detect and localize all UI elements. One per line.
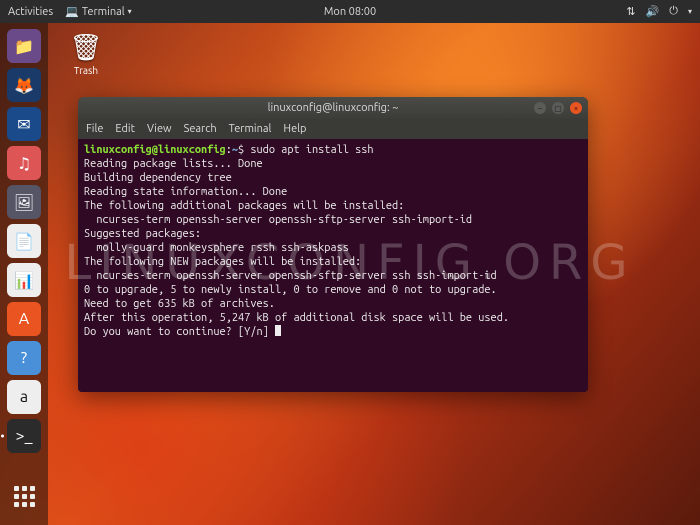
window-titlebar[interactable]: linuxconfig@linuxconfig: ~ – ▢ × xyxy=(78,97,588,119)
prompt-suffix: $ xyxy=(238,144,250,156)
cursor xyxy=(275,325,281,336)
trash-desktop-icon[interactable]: 🗑 Trash xyxy=(58,32,114,76)
help-icon[interactable]: ? xyxy=(7,341,41,375)
menu-search[interactable]: Search xyxy=(184,123,217,135)
writer-icon[interactable]: 📄 xyxy=(7,224,41,258)
app-menu-label: Terminal xyxy=(82,6,125,18)
dock: 📁 🦊 ✉ ♫ 🖼 📄 📊 A ? a >_ xyxy=(0,23,48,525)
prompt-user: linuxconfig@linuxconfig xyxy=(84,144,226,156)
terminal-menubar: File Edit View Search Terminal Help xyxy=(78,119,588,139)
clock[interactable]: Mon 08:00 xyxy=(324,6,376,18)
chevron-down-icon: ▾ xyxy=(128,7,132,16)
shotwell-icon[interactable]: 🖼 xyxy=(7,185,41,219)
terminal-window[interactable]: linuxconfig@linuxconfig: ~ – ▢ × File Ed… xyxy=(78,97,588,392)
maximize-button[interactable]: ▢ xyxy=(552,102,564,114)
window-title: linuxconfig@linuxconfig: ~ xyxy=(268,102,399,114)
activities-button[interactable]: Activities xyxy=(8,6,53,18)
close-button[interactable]: × xyxy=(570,102,582,114)
minimize-button[interactable]: – xyxy=(534,102,546,114)
app-menu[interactable]: 💻 Terminal ▾ xyxy=(65,5,132,18)
menu-file[interactable]: File xyxy=(86,123,103,135)
command-text: sudo apt install ssh xyxy=(250,144,373,156)
network-icon[interactable]: ⇅ xyxy=(626,5,635,18)
terminal-body[interactable]: linuxconfig@linuxconfig:~$ sudo apt inst… xyxy=(78,139,588,392)
firefox-icon[interactable]: 🦊 xyxy=(7,68,41,102)
menu-view[interactable]: View xyxy=(147,123,172,135)
show-applications-button[interactable] xyxy=(7,479,41,513)
nautilus-icon[interactable]: 📁 xyxy=(7,29,41,63)
trash-icon: 🗑 xyxy=(58,32,114,63)
power-icon[interactable]: ⏻ xyxy=(669,5,678,18)
rhythmbox-icon[interactable]: ♫ xyxy=(7,146,41,180)
trash-label: Trash xyxy=(74,65,98,76)
amazon-icon[interactable]: a xyxy=(7,380,41,414)
gnome-topbar: Activities 💻 Terminal ▾ Mon 08:00 ⇅ 🔊 ⏻ … xyxy=(0,0,700,23)
menu-terminal[interactable]: Terminal xyxy=(229,123,272,135)
menu-edit[interactable]: Edit xyxy=(115,123,135,135)
thunderbird-icon[interactable]: ✉ xyxy=(7,107,41,141)
volume-icon[interactable]: 🔊 xyxy=(646,5,660,18)
menu-help[interactable]: Help xyxy=(283,123,306,135)
terminal-launcher-icon[interactable]: >_ xyxy=(7,419,41,453)
chevron-down-icon[interactable]: ▾ xyxy=(688,7,692,16)
software-icon[interactable]: A xyxy=(7,302,41,336)
terminal-icon: 💻 xyxy=(65,5,79,18)
terminal-output: Reading package lists... Done Building d… xyxy=(84,158,509,338)
calc-icon[interactable]: 📊 xyxy=(7,263,41,297)
